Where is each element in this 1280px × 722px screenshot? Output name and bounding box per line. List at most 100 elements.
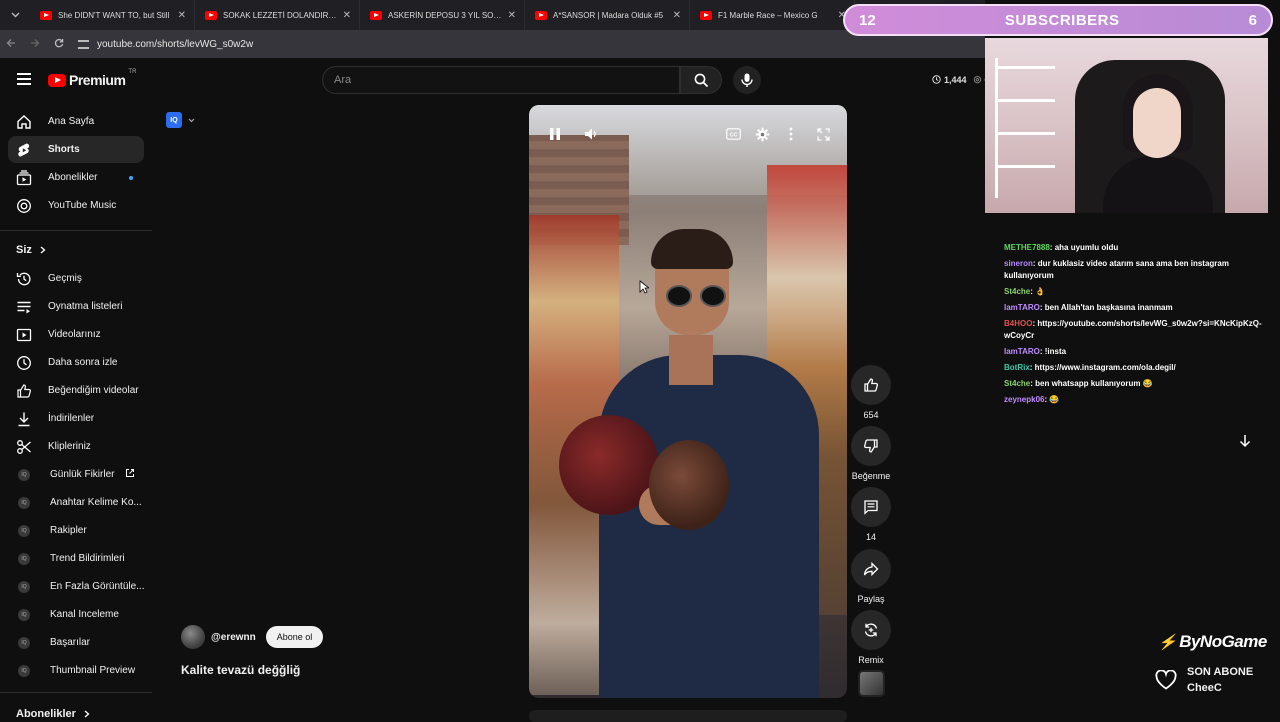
sidebar-section-subscriptions[interactable]: Abonelikler bbox=[16, 708, 90, 720]
sidebar-item-competitors[interactable]: IQ Rakipler bbox=[8, 517, 144, 544]
youtube-favicon-icon bbox=[535, 10, 547, 20]
sidebar-item-thumbnail-preview[interactable]: IQ Thumbnail Preview bbox=[8, 657, 144, 684]
search-button[interactable] bbox=[680, 66, 722, 94]
channel-avatar[interactable] bbox=[181, 625, 205, 649]
hamburger-menu-icon[interactable] bbox=[17, 73, 31, 85]
vidiq-tool-icon: IQ bbox=[16, 551, 32, 567]
voice-search-button[interactable] bbox=[733, 66, 761, 94]
like-icon bbox=[851, 365, 891, 405]
sidebar-divider bbox=[0, 692, 152, 693]
search-icon bbox=[694, 73, 708, 87]
browser-tab[interactable]: She DIDN'T WANT TO, but Still ✕ bbox=[30, 0, 195, 30]
subscriptions-icon bbox=[16, 169, 32, 186]
tab-list-button[interactable] bbox=[4, 4, 26, 26]
site-info-icon[interactable] bbox=[78, 39, 89, 49]
search-input[interactable]: Ara bbox=[322, 66, 680, 94]
history-icon bbox=[16, 271, 32, 287]
vidiq-extension-button[interactable]: IQ bbox=[166, 112, 195, 128]
sidebar-item-history[interactable]: Geçmiş bbox=[8, 265, 144, 292]
video-scene-neck bbox=[669, 335, 713, 385]
browser-tab[interactable]: A*SANSOR | Madara Olduk #5 ✕ bbox=[525, 0, 690, 30]
close-tab-icon[interactable]: ✕ bbox=[508, 10, 516, 21]
next-short-preview bbox=[529, 710, 847, 722]
download-icon bbox=[16, 411, 32, 427]
fullscreen-button[interactable] bbox=[814, 125, 832, 143]
chat-message: BotRix: https://www.instagram.com/ola.de… bbox=[1004, 363, 1176, 372]
watch-later-icon bbox=[16, 355, 32, 371]
sidebar: Ana Sayfa Shorts Abonelikler YouTube Mus… bbox=[0, 104, 152, 720]
close-tab-icon[interactable]: ✕ bbox=[178, 10, 186, 21]
channel-handle[interactable]: @erewnn bbox=[211, 632, 256, 643]
sidebar-item-watch-later[interactable]: Daha sonra izle bbox=[8, 349, 144, 376]
last-subscriber-widget: SON ABONE CheeC bbox=[1155, 664, 1253, 696]
subscriber-goal-bar: 12 SUBSCRIBERS 6 bbox=[843, 4, 1273, 36]
chat-message: sineron: dur kuklasiz video atarım sana … bbox=[1004, 259, 1229, 280]
sidebar-item-most-viewed[interactable]: IQ En Fazla Görüntüle... bbox=[8, 573, 145, 600]
home-icon bbox=[16, 114, 32, 130]
youtube-favicon-icon bbox=[40, 10, 52, 20]
settings-button[interactable] bbox=[753, 125, 771, 143]
sidebar-item-shorts[interactable]: Shorts bbox=[8, 136, 144, 163]
browser-tab[interactable]: ASKERİN DEPOSU 3 YIL SONRA ✕ bbox=[360, 0, 525, 30]
sidebar-item-liked-videos[interactable]: Beğendiğim videolar bbox=[8, 377, 144, 404]
video-scene-hair bbox=[651, 229, 733, 269]
more-vertical-icon bbox=[789, 127, 793, 141]
dislike-icon bbox=[851, 426, 891, 466]
sidebar-item-subscriptions[interactable]: Abonelikler bbox=[8, 164, 144, 191]
sidebar-item-keyword-tool[interactable]: IQ Anahtar Kelime Ko... bbox=[8, 489, 144, 516]
expand-icon bbox=[816, 127, 830, 141]
youtube-favicon-icon bbox=[700, 10, 712, 20]
short-video-player[interactable]: CC bbox=[529, 105, 847, 698]
vidiq-tool-icon: IQ bbox=[16, 663, 32, 679]
chat-message: St4che: ben whatsapp kullanıyorum 😂 bbox=[1004, 379, 1153, 388]
sidebar-item-downloads[interactable]: İndirilenler bbox=[8, 405, 144, 432]
close-tab-icon[interactable]: ✕ bbox=[673, 10, 681, 21]
volume-icon bbox=[585, 128, 596, 140]
pause-button[interactable] bbox=[546, 125, 564, 143]
dislike-button[interactable]: Beğenme bbox=[850, 426, 892, 481]
stream-chat: METHE7888: aha uyumlu oldu sineron: dur … bbox=[1004, 242, 1264, 410]
captions-icon: CC bbox=[725, 128, 741, 140]
sidebar-item-clips[interactable]: Klipleriniz bbox=[8, 433, 144, 460]
sidebar-item-home[interactable]: Ana Sayfa bbox=[8, 108, 144, 135]
clips-icon bbox=[16, 439, 32, 455]
sidebar-item-your-videos[interactable]: Videolarınız bbox=[8, 321, 144, 348]
chevron-right-icon bbox=[40, 246, 46, 254]
sidebar-item-trend-alerts[interactable]: IQ Trend Bildirimleri bbox=[8, 545, 144, 572]
svg-text:CC: CC bbox=[729, 132, 737, 138]
sidebar-section-you[interactable]: Siz bbox=[16, 244, 46, 256]
liked-icon bbox=[16, 383, 32, 399]
audio-source-thumbnail[interactable] bbox=[858, 670, 885, 697]
sidebar-item-playlists[interactable]: Oynatma listeleri bbox=[8, 293, 144, 320]
captions-button[interactable]: CC bbox=[724, 125, 742, 143]
youtube-premium-logo[interactable]: Premium TR bbox=[48, 69, 136, 88]
back-icon[interactable] bbox=[6, 38, 16, 51]
remix-button[interactable]: Remix bbox=[850, 610, 892, 665]
reload-icon[interactable] bbox=[54, 38, 64, 51]
remix-icon bbox=[851, 610, 891, 650]
subscribe-button[interactable]: Abone ol bbox=[265, 626, 324, 648]
sidebar-item-youtube-music[interactable]: YouTube Music bbox=[8, 192, 144, 219]
share-button[interactable]: Paylaş bbox=[850, 549, 892, 604]
sidebar-divider bbox=[0, 230, 152, 231]
vidiq-logo-icon: IQ bbox=[166, 112, 182, 128]
comments-button[interactable]: 14 bbox=[850, 487, 892, 542]
sidebar-item-achievements[interactable]: IQ Başarılar bbox=[8, 629, 144, 656]
sidebar-item-daily-ideas[interactable]: IQ Günlük Fikirler bbox=[8, 461, 144, 488]
more-options-button[interactable] bbox=[782, 125, 800, 143]
view-counter: 1,444 ◎ C bbox=[932, 74, 991, 85]
chat-message: B4HOO: https://youtube.com/shorts/levWG_… bbox=[1004, 319, 1262, 340]
chevron-down-icon bbox=[11, 12, 19, 18]
music-icon bbox=[16, 198, 32, 214]
forward-icon[interactable] bbox=[30, 38, 40, 51]
browser-tab[interactable]: SOKAK LEZZETİ DOLANDIRICILI ✕ bbox=[195, 0, 360, 30]
arrow-down-icon bbox=[1239, 435, 1251, 448]
youtube-favicon-icon bbox=[205, 10, 217, 20]
like-button[interactable]: 654 bbox=[850, 365, 892, 420]
volume-button[interactable] bbox=[582, 125, 600, 143]
close-tab-icon[interactable]: ✕ bbox=[343, 10, 351, 21]
scroll-down-button[interactable] bbox=[1236, 432, 1254, 450]
url-field[interactable]: youtube.com/shorts/levWG_s0w2w bbox=[78, 39, 253, 50]
browser-tab[interactable]: F1 Marble Race – Mexico G ✕ bbox=[690, 0, 855, 30]
sidebar-item-channel-review[interactable]: IQ Kanal Inceleme bbox=[8, 601, 144, 628]
